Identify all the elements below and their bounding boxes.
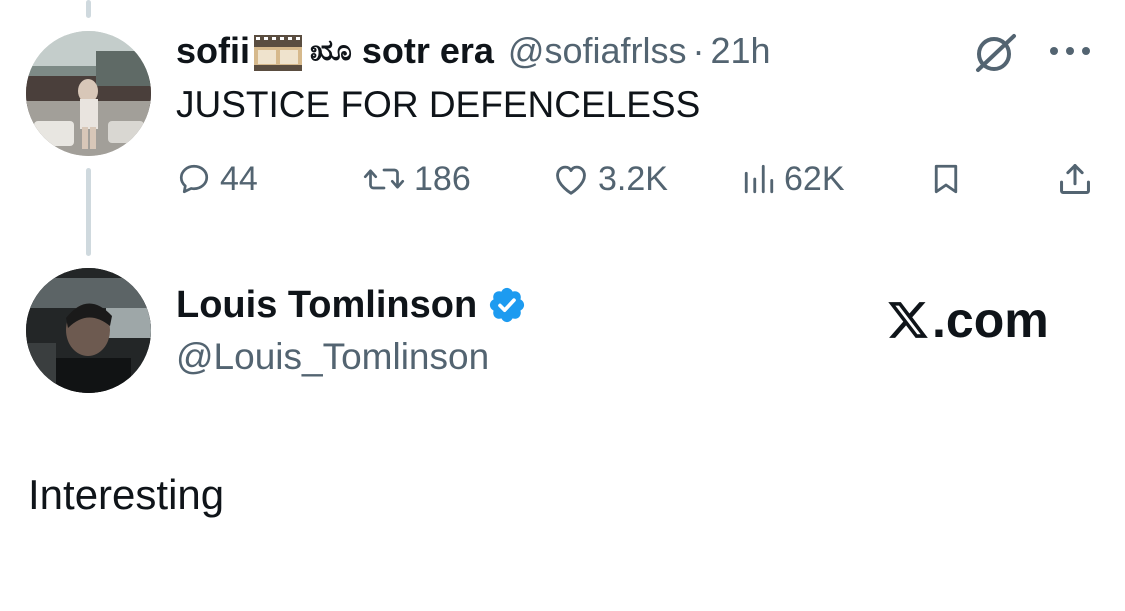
reply-count: 44 [220, 159, 258, 198]
heart-icon [556, 165, 586, 195]
share-icon [1060, 164, 1090, 194]
reply-handle[interactable]: @sofiafrlss [508, 28, 687, 74]
reply-tweet-header: sofii ೠ sotr era @sofiafrlss · 21h [176, 28, 771, 74]
thread-line [86, 168, 91, 256]
avatar[interactable] [26, 268, 151, 393]
thread-line-top [86, 0, 91, 18]
reply-name-glyph: ೠ [310, 34, 352, 67]
like-button[interactable]: 3.2K [552, 156, 668, 202]
reply-icon [179, 164, 209, 194]
verified-badge-icon [490, 287, 525, 323]
views-count: 62K [784, 159, 845, 198]
x-com-watermark: .com [886, 290, 1049, 350]
quoted-author-row: Louis Tomlinson [176, 281, 527, 329]
more-options-icon[interactable] [1046, 40, 1094, 62]
retweet-button[interactable]: 186 [362, 156, 471, 202]
views-chart-icon [744, 164, 774, 194]
reply-button[interactable]: 44 [176, 156, 258, 202]
reply-timestamp[interactable]: 21h [711, 28, 771, 74]
retweet-icon [363, 168, 405, 190]
avatar-photo-car [26, 268, 151, 393]
views-button[interactable]: 62K [742, 156, 845, 202]
reply-display-name-suffix[interactable]: sotr era [362, 28, 494, 74]
reply-tweet-text: JUSTICE FOR DEFENCELESS [176, 84, 701, 125]
quoted-handle[interactable]: @Louis_Tomlinson [176, 333, 489, 381]
separator-dot: · [692, 30, 705, 71]
bookmark-button[interactable] [928, 156, 964, 202]
avatar-photo-boat [26, 31, 151, 156]
quoted-tweet-text: Interesting [28, 471, 225, 518]
reply-display-name[interactable]: sofii [176, 28, 250, 74]
like-count: 3.2K [598, 159, 668, 198]
x-logo-icon [888, 302, 928, 338]
watermark-text: .com [932, 292, 1049, 348]
grok-icon[interactable] [970, 30, 1020, 74]
avatar[interactable] [26, 31, 151, 156]
film-frames-icon [254, 35, 303, 71]
share-button[interactable] [1056, 156, 1094, 202]
quoted-display-name[interactable]: Louis Tomlinson [176, 284, 477, 327]
bookmark-icon [934, 164, 958, 194]
retweet-count: 186 [414, 159, 471, 198]
